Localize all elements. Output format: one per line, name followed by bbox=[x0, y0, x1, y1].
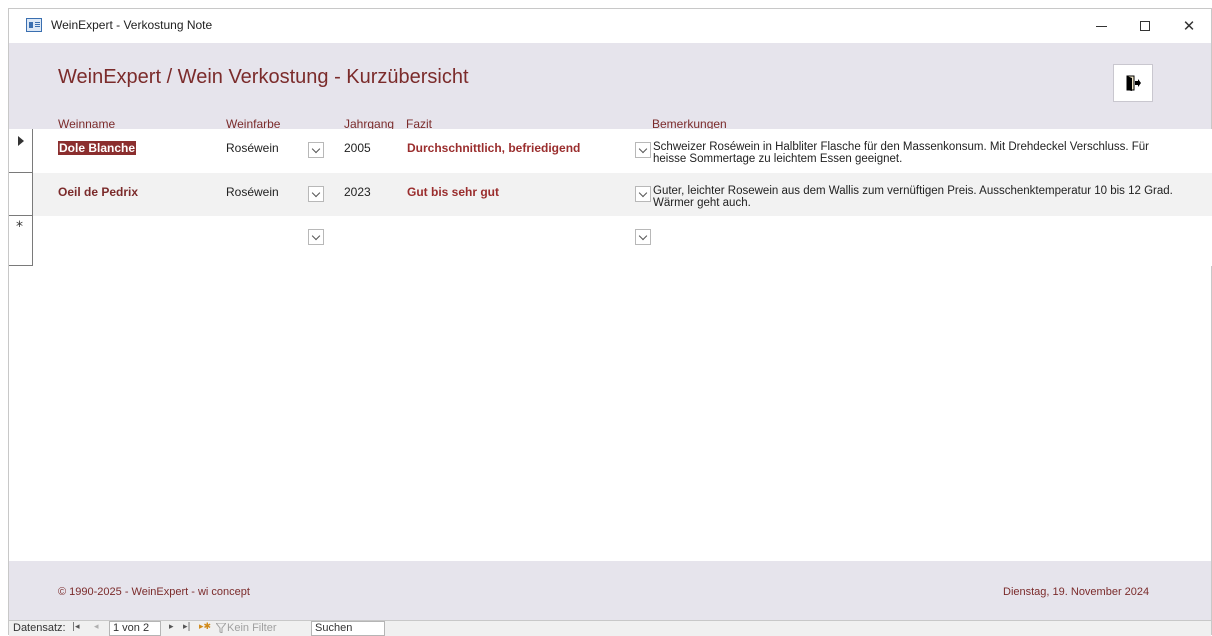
last-record-icon[interactable]: ▸| bbox=[183, 622, 191, 632]
form-icon bbox=[26, 18, 42, 32]
fazit-dropdown-button[interactable] bbox=[635, 186, 651, 202]
window-title: WeinExpert - Verkostung Note bbox=[51, 18, 213, 32]
fazit-field[interactable]: Durchschnittlich, befriedigend bbox=[407, 141, 580, 155]
weinname-field[interactable]: Dole Blanche bbox=[58, 141, 137, 155]
fazit-dropdown-button[interactable] bbox=[635, 229, 651, 245]
search-input[interactable]: Suchen bbox=[311, 621, 385, 636]
maximize-button[interactable] bbox=[1123, 9, 1167, 43]
next-record-icon[interactable]: ▸ bbox=[169, 622, 174, 632]
current-record-arrow-icon bbox=[18, 136, 24, 146]
record-selector-new[interactable]: * bbox=[9, 216, 33, 266]
fazit-dropdown-button[interactable] bbox=[635, 142, 651, 158]
record-selector[interactable] bbox=[9, 173, 33, 216]
table-row: Dole Blanche Roséwein 2005 Durchschnittl… bbox=[33, 129, 1212, 173]
previous-record-icon[interactable]: ◂ bbox=[94, 622, 99, 632]
record-navigation-bar: Datensatz: |◂ ◂ 1 von 2 ▸ ▸| ▸✱ Kein Fil… bbox=[9, 620, 1211, 636]
jahrgang-field[interactable]: 2023 bbox=[344, 185, 371, 199]
exit-button[interactable] bbox=[1113, 64, 1153, 102]
bemerkungen-field[interactable]: Schweizer Roséwein in Halbliter Flasche … bbox=[653, 141, 1173, 165]
close-icon: ✕ bbox=[1182, 17, 1196, 35]
new-record-star-icon: * bbox=[16, 219, 23, 235]
record-selector-current[interactable] bbox=[9, 129, 33, 173]
new-record-icon[interactable]: ▸✱ bbox=[199, 622, 211, 632]
record-selector-column: * bbox=[9, 129, 33, 266]
weinfarbe-field[interactable]: Roséwein bbox=[226, 141, 279, 155]
first-record-icon[interactable]: |◂ bbox=[72, 622, 80, 632]
weinfarbe-dropdown-button[interactable] bbox=[308, 142, 324, 158]
bemerkungen-field[interactable]: Guter, leichter Rosewein aus dem Wallis … bbox=[653, 185, 1173, 209]
exit-door-icon bbox=[1126, 75, 1141, 91]
maximize-icon bbox=[1140, 21, 1150, 31]
form-footer: © 1990-2025 - WeinExpert - wi concept Di… bbox=[9, 561, 1211, 620]
current-record-field[interactable]: 1 von 2 bbox=[109, 621, 161, 636]
form-window: WeinExpert - Verkostung Note ✕ WeinExper… bbox=[8, 8, 1212, 636]
close-button[interactable]: ✕ bbox=[1167, 9, 1211, 43]
new-record-row bbox=[33, 216, 1212, 266]
table-row: Oeil de Pedrix Roséwein 2023 Gut bis seh… bbox=[33, 173, 1212, 216]
form-header: WeinExpert / Wein Verkostung - Kurzübers… bbox=[9, 43, 1211, 131]
weinfarbe-dropdown-button[interactable] bbox=[308, 186, 324, 202]
minimize-icon bbox=[1095, 25, 1107, 27]
record-label: Datensatz: bbox=[13, 622, 66, 634]
filter-icon bbox=[216, 623, 226, 633]
copyright-text: © 1990-2025 - WeinExpert - wi concept bbox=[58, 586, 250, 598]
filter-status[interactable]: Kein Filter bbox=[227, 622, 277, 634]
title-bar: WeinExpert - Verkostung Note ✕ bbox=[9, 9, 1211, 43]
weinname-field[interactable]: Oeil de Pedrix bbox=[58, 185, 138, 199]
form-title: WeinExpert / Wein Verkostung - Kurzübers… bbox=[58, 66, 469, 88]
jahrgang-field[interactable]: 2005 bbox=[344, 141, 371, 155]
current-date: Dienstag, 19. November 2024 bbox=[1003, 586, 1150, 598]
minimize-button[interactable] bbox=[1079, 9, 1123, 43]
fazit-field[interactable]: Gut bis sehr gut bbox=[407, 185, 499, 199]
weinfarbe-dropdown-button[interactable] bbox=[308, 229, 324, 245]
weinfarbe-field[interactable]: Roséwein bbox=[226, 185, 279, 199]
